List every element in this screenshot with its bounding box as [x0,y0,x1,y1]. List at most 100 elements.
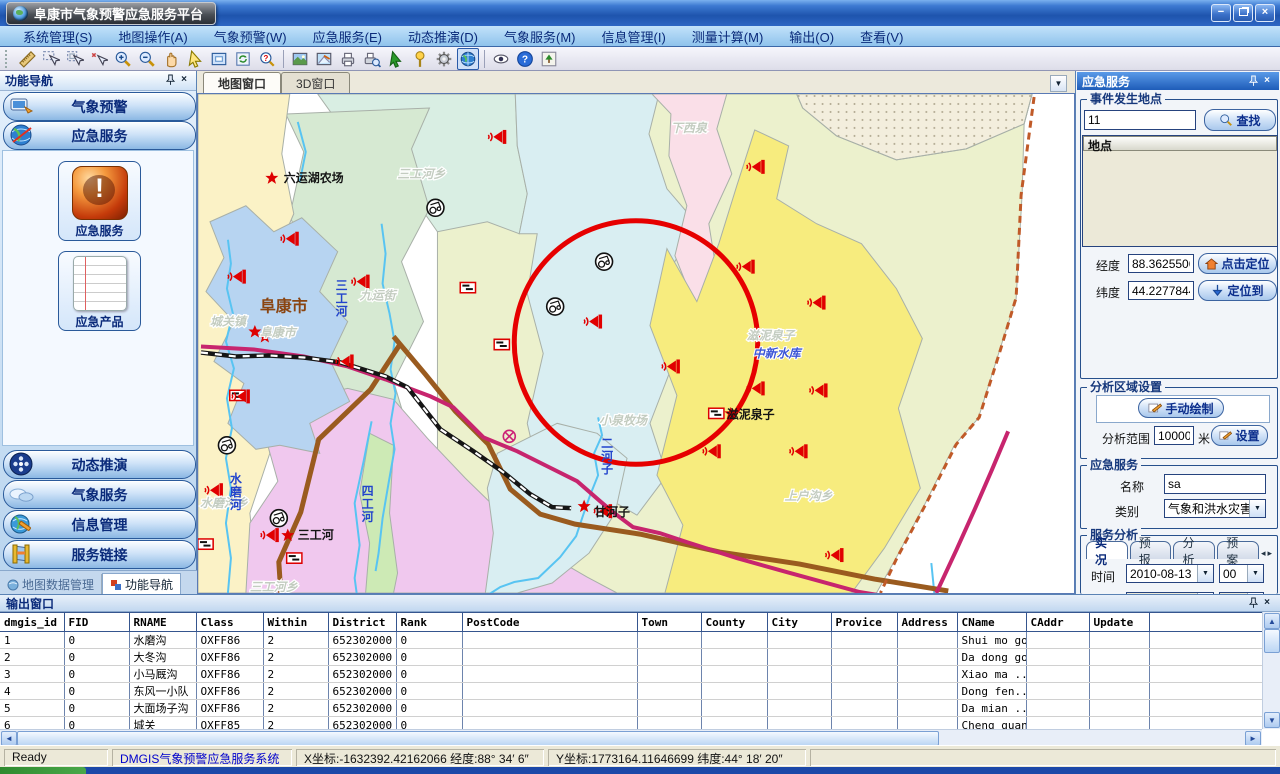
tool-map-snapshot[interactable] [313,48,335,70]
tool-toggle-visibility[interactable] [490,48,512,70]
service-type-select[interactable]: 气象和洪水灾害 ▼ [1164,499,1266,518]
tool-identify[interactable]: ? [256,48,278,70]
menu-view[interactable]: 查看(V) [847,25,916,48]
longitude-input[interactable] [1128,254,1194,273]
map-viewport[interactable]: 六运湖农场三工河乡下西泉九运街阜康市城关镇阜康市滋泥泉子中新水库滋泥泉子小泉牧场… [197,93,1075,594]
panel-pin-button[interactable] [163,74,177,87]
panel-close-button[interactable]: × [1260,75,1274,88]
locate-to-button[interactable]: 定位到 [1198,280,1277,301]
close-button[interactable]: × [1255,4,1275,22]
hour-select[interactable]: 00 ▼ [1219,564,1264,583]
flag-marker[interactable] [460,282,475,292]
tool-pointer-select[interactable] [184,48,206,70]
column-header[interactable]: County [701,613,767,632]
emergency-product-button[interactable]: 应急产品 [58,251,141,331]
menu-dynamic[interactable]: 动态推演(D) [395,25,491,48]
nav-group-met-service[interactable]: 气象服务 [3,480,196,509]
farm-site-marker[interactable] [596,253,613,270]
flag-marker[interactable] [709,408,724,418]
farm-site-marker[interactable] [218,437,235,454]
menu-map-ops[interactable]: 地图操作(A) [105,25,200,48]
menu-measure[interactable]: 测量计算(M) [679,25,777,48]
panel-pin-button[interactable] [1246,597,1260,610]
tab-analyze[interactable]: 分析 [1173,541,1215,559]
menu-weather-warning[interactable]: 气象预警(W) [201,25,300,48]
nav-group-service-links[interactable]: 服务链接 [3,540,196,569]
column-header[interactable]: dmgis_id [0,613,64,632]
emergency-service-button[interactable]: 应急服务 [58,161,141,241]
column-header[interactable]: Class [196,613,263,632]
column-header[interactable]: CAddr [1026,613,1089,632]
service-name-input[interactable] [1164,474,1266,494]
tool-select-marquee[interactable] [40,48,62,70]
location-keyword-input[interactable] [1084,110,1196,130]
map-canvas[interactable]: 六运湖农场三工河乡下西泉九运街阜康市城关镇阜康市滋泥泉子中新水库滋泥泉子小泉牧场… [198,94,1074,593]
column-header[interactable]: Rank [396,613,462,632]
tool-select-clear[interactable] [88,48,110,70]
tool-refresh-view[interactable] [232,48,254,70]
column-header[interactable]: CName [957,613,1026,632]
nav-group-dynamic-deduction[interactable]: 动态推演 [3,450,196,479]
column-header[interactable]: District [328,613,396,632]
manual-draw-button[interactable]: 手动绘制 [1138,398,1224,418]
nav-group-info-management[interactable]: 信息管理 [3,510,196,539]
column-header[interactable]: Update [1089,613,1149,632]
menu-output[interactable]: 输出(O) [776,25,847,48]
map-tab-overflow-button[interactable]: ▼ [1050,75,1067,92]
tab-live[interactable]: 实况 [1086,541,1128,559]
flag-marker[interactable] [287,553,302,563]
tool-layer-tree[interactable] [538,48,560,70]
tool-export-image[interactable] [289,48,311,70]
column-header[interactable]: Within [263,613,328,632]
scroll-left-icon[interactable]: ◄ [1,731,17,746]
tool-measure-ruler[interactable] [16,48,38,70]
locate-by-click-button[interactable]: 点击定位 [1198,253,1277,274]
tab-forecast[interactable]: 预报 [1130,541,1172,559]
tab-map-data-management[interactable]: 地图数据管理 [0,574,102,595]
column-header[interactable]: FID [64,613,129,632]
minimize-button[interactable]: − [1211,4,1231,22]
tool-full-extent[interactable] [208,48,230,70]
nav-group-weather-warning[interactable]: 气象预警 [3,92,196,121]
scroll-up-icon[interactable]: ▲ [1264,613,1280,629]
menu-info[interactable]: 信息管理(I) [589,25,679,48]
table-hscrollbar[interactable]: ◄ ► [0,729,1262,746]
tab-map-window[interactable]: 地图窗口 [203,72,281,93]
panel-close-button[interactable]: × [1260,597,1274,610]
scroll-right-icon[interactable]: ► [1245,731,1261,746]
nav-group-emergency-service[interactable]: 应急服务 [3,121,196,150]
table-row[interactable]: 10水磨沟OXFF8626523020000Shui mo gou [0,632,1262,649]
column-header[interactable]: City [767,613,831,632]
vscroll-thumb[interactable] [1264,629,1280,653]
restore-button[interactable] [1233,4,1253,22]
panel-close-button[interactable]: × [177,74,191,87]
tool-zoom-out[interactable] [136,48,158,70]
farm-site-marker[interactable] [547,298,564,315]
menu-met-service[interactable]: 气象服务(M) [491,25,589,48]
tool-globe-service[interactable] [457,48,479,70]
menu-system[interactable]: 系统管理(S) [10,25,105,48]
scroll-down-icon[interactable]: ▼ [1264,712,1280,728]
tool-print-preview[interactable] [361,48,383,70]
column-header[interactable]: Provice [831,613,897,632]
dropdown-arrow-icon[interactable]: ▼ [1197,565,1213,582]
tool-select-area[interactable] [64,48,86,70]
table-row[interactable]: 40东风一小队OXFF8626523020000Dong fen... [0,683,1262,700]
farm-site-marker[interactable] [270,510,287,527]
panel-pin-button[interactable] [1246,75,1260,88]
table-row[interactable]: 30小马厩沟OXFF8626523020000Xiao ma ... [0,666,1262,683]
table-row[interactable]: 60城关OXFF8526523020000Cheng guan [0,717,1262,730]
flag-marker[interactable] [198,539,213,549]
location-list[interactable]: 地点 [1082,135,1278,247]
menu-emergency[interactable]: 应急服务(E) [300,25,395,48]
set-range-button[interactable]: 设置 [1211,425,1268,446]
date-select[interactable]: 2010-08-13 ▼ [1126,564,1214,583]
tool-help[interactable]: ? [514,48,536,70]
tab-scroll-left-icon[interactable]: ◂ [1261,548,1266,559]
latitude-input[interactable] [1128,281,1194,300]
table-row[interactable]: 50大面场子沟OXFF8626523020000Da mian ... [0,700,1262,717]
tool-print[interactable] [337,48,359,70]
tool-settings-gear[interactable] [433,48,455,70]
tab-3d-window[interactable]: 3D窗口 [281,72,350,93]
start-button-edge[interactable] [0,767,86,774]
